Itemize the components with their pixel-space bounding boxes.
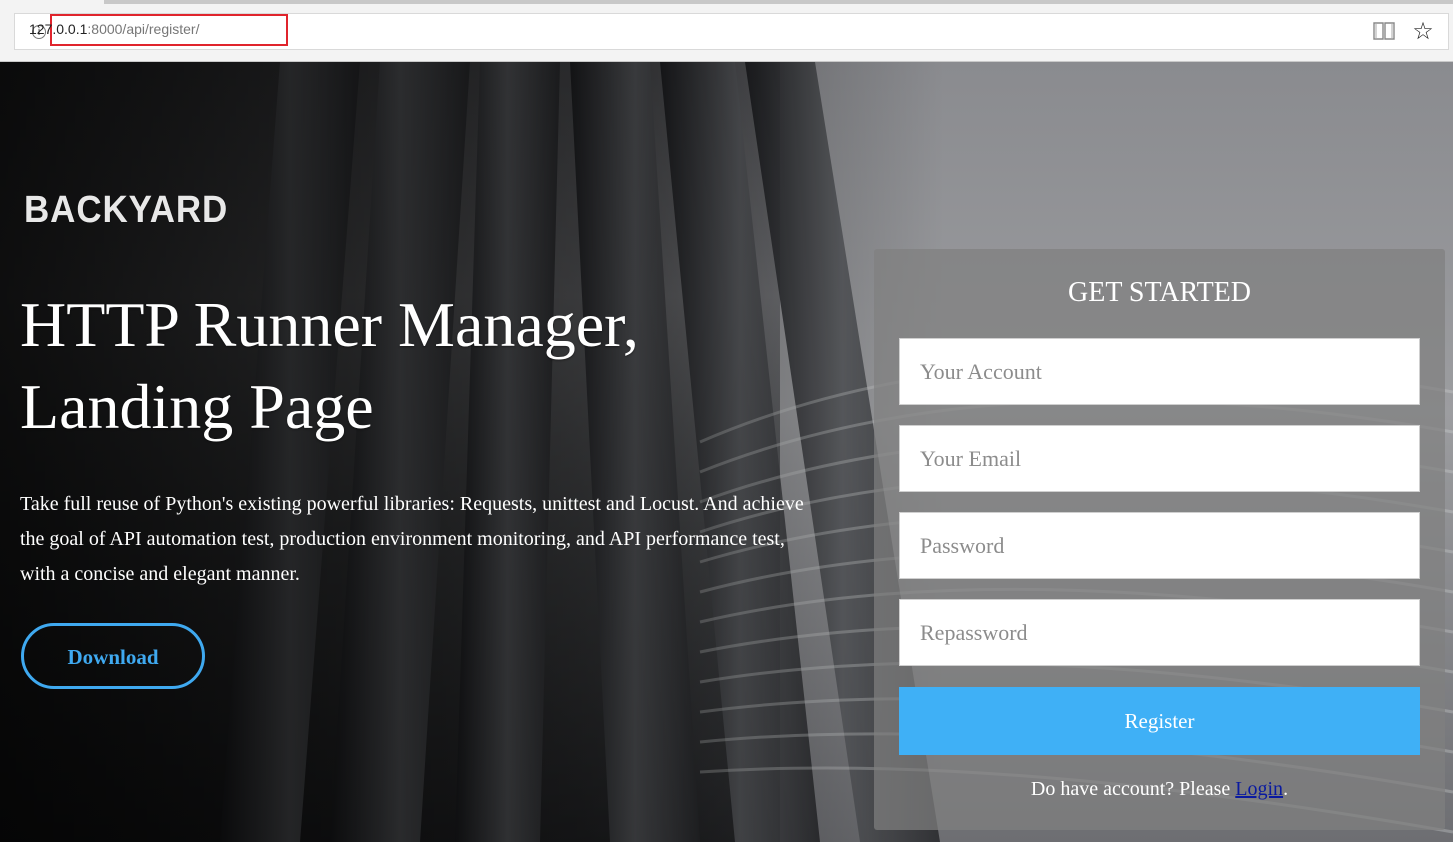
landing-page: BACKYARD HTTP Runner Manager, Landing Pag… (0, 62, 1453, 842)
login-link[interactable]: Login (1235, 778, 1283, 800)
page-headline: HTTP Runner Manager, Landing Page (20, 284, 840, 448)
account-input[interactable] (899, 338, 1420, 405)
login-prompt: Do have account? Please Login. (874, 778, 1445, 801)
reading-view-icon[interactable] (1372, 20, 1396, 42)
address-bar[interactable]: i 127.0.0.1:8000/api/register/ ☆ (14, 13, 1449, 50)
repassword-input[interactable] (899, 599, 1420, 666)
download-button[interactable]: Download (21, 623, 205, 689)
password-input[interactable] (899, 512, 1420, 579)
url-host: 127.0.0.1 (29, 21, 88, 37)
form-title: GET STARTED (1068, 277, 1251, 308)
headline-line-2: Landing Page (20, 371, 374, 442)
headline-line-1: HTTP Runner Manager, (20, 289, 639, 360)
logo-text: BACKYARD (24, 189, 229, 231)
register-form-panel: GET STARTED Register Do have account? Pl… (874, 249, 1445, 830)
email-input[interactable] (899, 425, 1420, 492)
url-text[interactable]: 127.0.0.1:8000/api/register/ (29, 21, 199, 37)
backyard-logo: BACKYARD (24, 188, 227, 232)
login-suffix: . (1283, 778, 1289, 800)
browser-toolbar: i 127.0.0.1:8000/api/register/ ☆ (0, 0, 1453, 62)
login-prompt-text: Do have account? Please (1030, 778, 1236, 800)
tab-strip (104, 0, 1453, 4)
url-path: :8000/api/register/ (87, 21, 200, 37)
register-button[interactable]: Register (899, 687, 1420, 755)
hero-description: Take full reuse of Python's existing pow… (20, 493, 804, 585)
favorite-star-icon[interactable]: ☆ (1410, 18, 1436, 44)
